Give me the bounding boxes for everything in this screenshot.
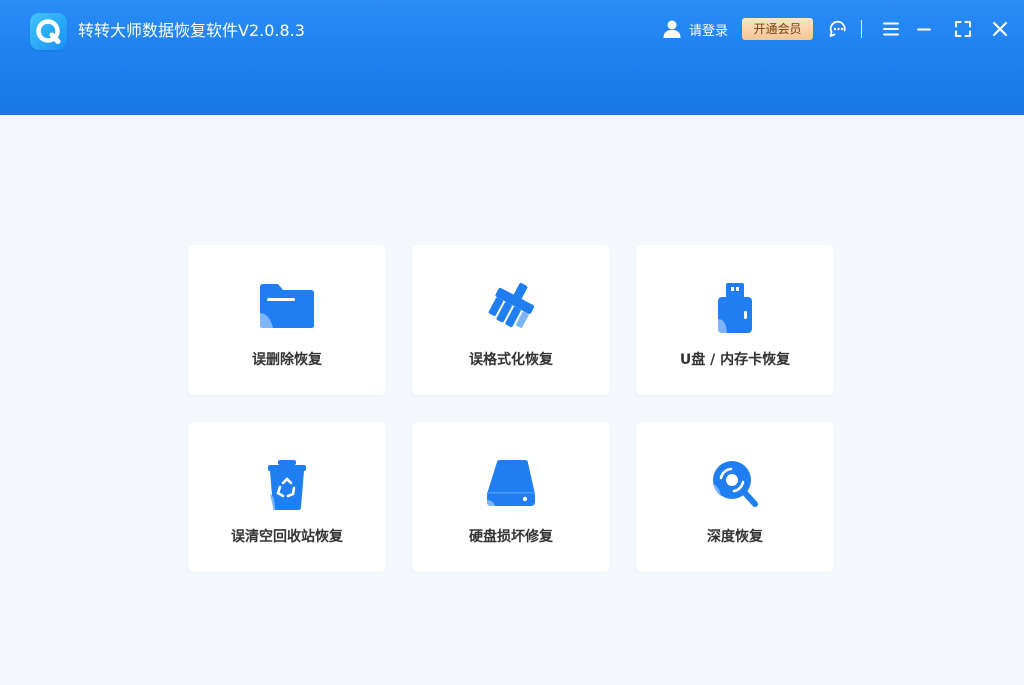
deep-scan-icon xyxy=(707,460,763,510)
broom-icon xyxy=(483,283,539,333)
card-label: 硬盘损坏修复 xyxy=(469,529,553,545)
app-title: 转转大师数据恢复软件V2.0.8.3 xyxy=(78,21,305,40)
user-icon xyxy=(663,20,681,38)
support-icon[interactable] xyxy=(828,19,848,39)
card-label: 误清空回收站恢复 xyxy=(231,529,343,545)
card-label: 误删除恢复 xyxy=(252,352,322,368)
title-bar: 转转大师数据恢复软件V2.0.8.3 请登录 开通会员 xyxy=(0,0,1024,115)
vip-button[interactable]: 开通会员 xyxy=(742,18,813,40)
card-recycle-recovery[interactable]: 误清空回收站恢复 xyxy=(188,422,386,572)
maximize-icon[interactable] xyxy=(953,19,973,39)
usb-drive-icon xyxy=(707,283,763,333)
card-deep-recovery[interactable]: 深度恢复 xyxy=(636,422,834,572)
card-label: 深度恢复 xyxy=(707,529,763,545)
card-format-recovery[interactable]: 误格式化恢复 xyxy=(412,245,610,395)
login-label: 请登录 xyxy=(689,23,729,39)
card-label: 误格式化恢复 xyxy=(469,352,553,368)
minimize-icon[interactable] xyxy=(914,19,934,39)
recycle-bin-icon xyxy=(259,460,315,510)
logo-q-icon xyxy=(30,13,67,50)
card-label: U盘 / 内存卡恢复 xyxy=(679,352,791,368)
close-icon[interactable] xyxy=(990,19,1010,39)
card-deleted-recovery[interactable]: 误删除恢复 xyxy=(188,245,386,395)
folder-icon xyxy=(259,283,315,333)
menu-icon[interactable] xyxy=(881,19,901,39)
toolbar-divider xyxy=(861,20,862,38)
card-usb-recovery[interactable]: U盘 / 内存卡恢复 xyxy=(636,245,834,395)
card-disk-repair[interactable]: 硬盘损坏修复 xyxy=(412,422,610,572)
login-button[interactable]: 请登录 xyxy=(662,18,728,40)
hard-disk-icon xyxy=(483,460,539,510)
